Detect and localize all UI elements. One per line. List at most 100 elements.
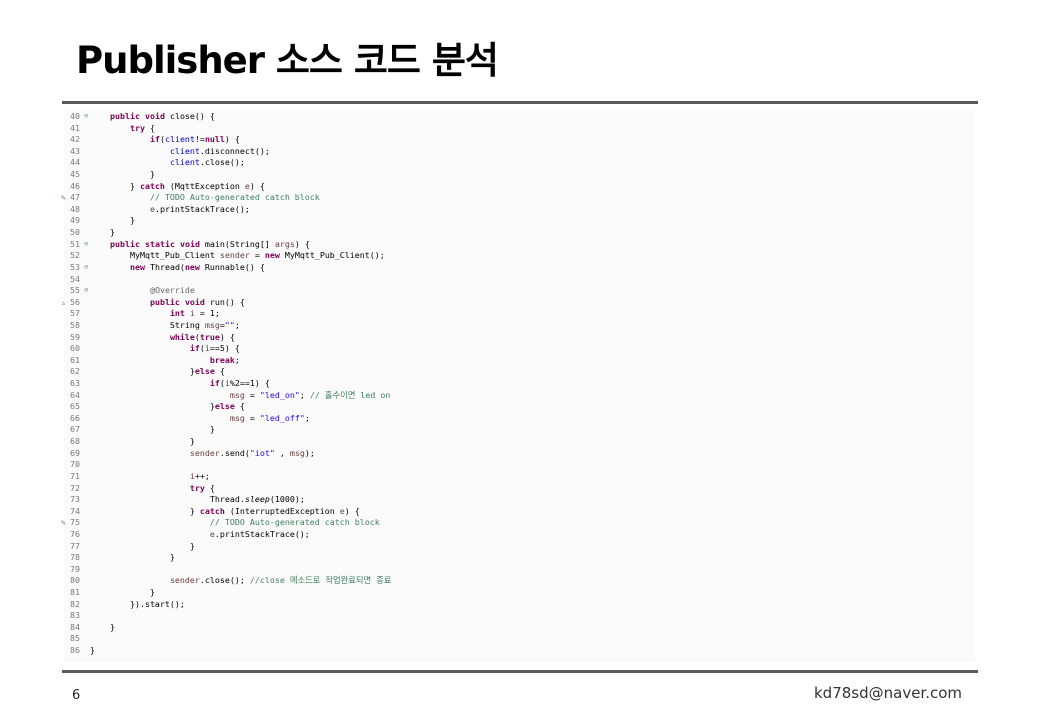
code-token: .disconnect(); xyxy=(199,145,270,156)
code-token: MyMqtt_Pub_Client xyxy=(90,250,220,261)
code-token: new xyxy=(129,261,145,272)
code-token: if xyxy=(149,134,160,145)
gutter-marker-icon: ✎ xyxy=(61,193,66,203)
code-token: @Override xyxy=(149,285,195,296)
code-text: } catch (MqttException e) { xyxy=(90,181,265,193)
code-line: 63 if(i%2==1) { xyxy=(64,378,975,390)
page-number: 6 xyxy=(72,688,81,703)
code-line: 79 xyxy=(64,564,975,576)
code-token: Thread. xyxy=(90,494,245,505)
code-text: @Override xyxy=(90,285,195,297)
code-line: 59 while(true) { xyxy=(64,332,975,344)
code-token: public xyxy=(149,296,180,307)
code-token: .close(); xyxy=(199,157,245,168)
code-token: new xyxy=(264,250,280,261)
code-token: msg xyxy=(229,412,245,423)
code-token: { xyxy=(204,482,215,493)
fold-marker-icon[interactable]: ⊖ xyxy=(84,262,88,274)
code-text: } catch (InterruptedException e) { xyxy=(90,506,360,518)
code-text: } xyxy=(90,227,115,239)
code-token: } xyxy=(90,586,155,597)
fold-marker-icon[interactable]: ⊖ xyxy=(84,111,88,123)
code-text: while(true) { xyxy=(90,332,235,344)
code-token: = 1; xyxy=(194,308,220,319)
code-token: MyMqtt_Pub_Client(); xyxy=(279,250,385,261)
code-line: 50 } xyxy=(64,227,975,239)
code-text: } xyxy=(90,587,155,599)
code-text: } xyxy=(90,215,135,227)
code-line: 47 ✎ // TODO Auto-generated catch block xyxy=(61,192,975,204)
code-token: } xyxy=(90,540,195,551)
code-text: try { xyxy=(90,123,155,135)
code-line: 81 } xyxy=(64,587,975,599)
code-line: 75 ✎ // TODO Auto-generated catch block xyxy=(61,517,975,529)
code-line: 55 ⊖ @Override xyxy=(64,285,975,297)
code-line: 52 MyMqtt_Pub_Client sender = new MyMqtt… xyxy=(64,250,975,262)
code-token: if xyxy=(209,378,220,389)
code-token: sender xyxy=(169,575,200,586)
code-line: 78 } xyxy=(64,552,975,564)
code-line: 43 client.disconnect(); xyxy=(64,146,975,158)
code-text: } xyxy=(90,622,115,634)
code-token: args xyxy=(274,238,295,249)
code-line: 48 e.printStackTrace(); xyxy=(64,204,975,216)
code-token: } xyxy=(90,645,95,656)
code-token: ; xyxy=(234,319,240,330)
code-line: 77 } xyxy=(64,541,975,553)
code-text: public void run() { xyxy=(90,297,245,309)
code-token: (MqttException xyxy=(164,180,245,191)
code-token: = xyxy=(244,389,260,400)
code-token: else xyxy=(214,401,235,412)
code-line: 72 try { xyxy=(64,483,975,495)
code-token: } xyxy=(90,621,115,632)
code-line: 40 ⊖ public void close() { xyxy=(64,111,975,123)
code-token: "" xyxy=(224,319,235,330)
fold-marker-icon[interactable]: ⊖ xyxy=(84,239,88,251)
code-line: 45 } xyxy=(64,169,975,181)
line-number: 70 xyxy=(70,459,80,470)
fold-marker-icon[interactable]: ⊖ xyxy=(84,285,88,297)
slide-title: Publisher 소스 코드 분석 xyxy=(76,39,499,82)
code-line: 85 xyxy=(64,633,975,645)
code-line: 44 client.close(); xyxy=(64,157,975,169)
code-token: { xyxy=(234,401,245,412)
code-token: msg xyxy=(204,319,220,330)
code-line: 65 }else { xyxy=(64,401,975,413)
code-token: ; xyxy=(234,354,240,365)
code-token: client xyxy=(169,145,200,156)
code-token: } xyxy=(90,169,155,180)
code-token: } xyxy=(90,552,175,563)
code-token: = xyxy=(244,412,260,423)
code-token: public xyxy=(109,111,140,121)
code-line: 53 ⊖ new Thread(new Runnable() { xyxy=(64,262,975,274)
code-token: msg xyxy=(229,389,245,400)
code-text: if(i==5) { xyxy=(90,343,240,355)
code-token: void xyxy=(179,238,200,249)
code-token: // 홀수이면 led on xyxy=(309,389,391,400)
code-token: sender xyxy=(219,250,250,261)
code-token: "led_off" xyxy=(259,412,305,423)
code-listing: 40 ⊖ public void close() {41 try {42 if(c… xyxy=(61,111,975,657)
code-text: msg = "led_off"; xyxy=(90,413,310,425)
code-text: sender.send("iot" , msg); xyxy=(90,448,315,460)
code-line: 67 } xyxy=(64,424,975,436)
code-token: .close(); xyxy=(199,575,250,586)
code-token: } xyxy=(90,436,195,447)
code-line: 80 sender.close(); //close 메소드로 작업완료되면 종… xyxy=(64,575,975,587)
code-text: Thread.sleep(1000); xyxy=(90,494,305,506)
code-line: 69 sender.send("iot" , msg); xyxy=(64,448,975,460)
code-token: String xyxy=(90,319,205,330)
top-divider xyxy=(62,101,978,104)
